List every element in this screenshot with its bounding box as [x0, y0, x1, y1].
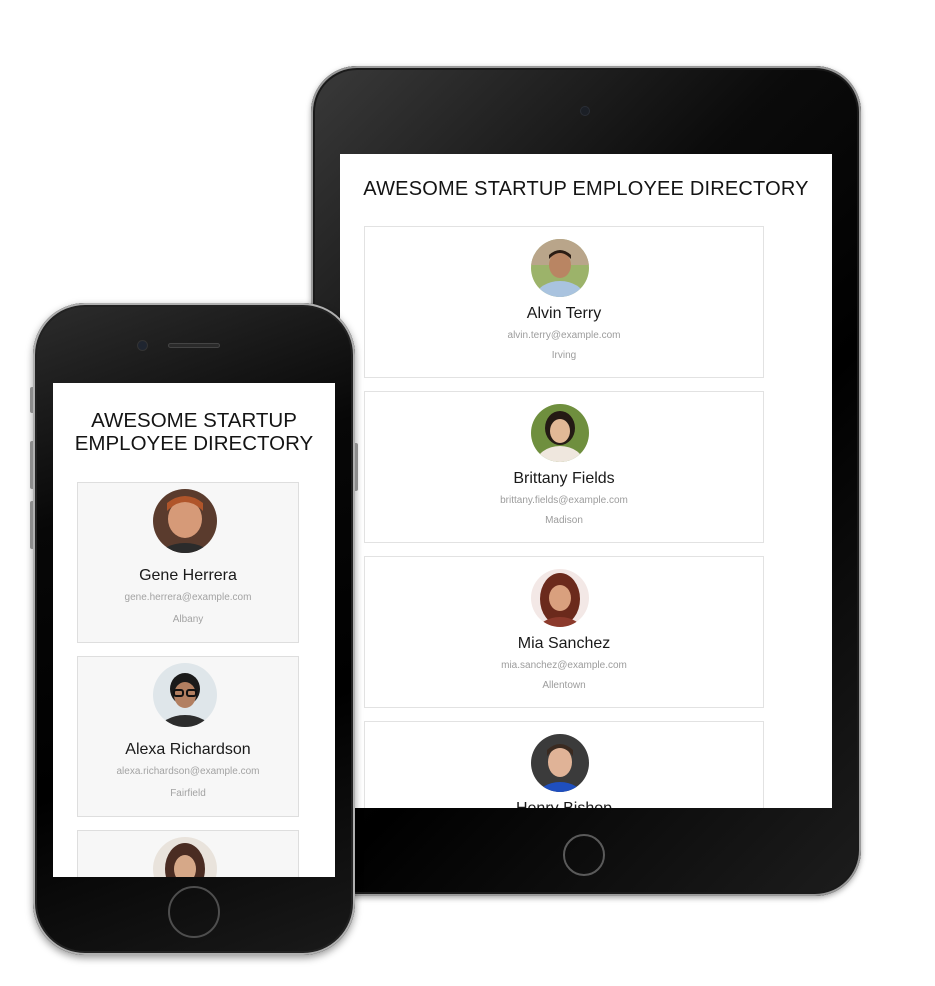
- employee-city: Albany: [172, 614, 204, 625]
- phone-device: AWESOME STARTUP EMPLOYEE DIRECTORY Gene …: [30, 303, 358, 955]
- speaker-grille: [168, 343, 220, 348]
- employee-card[interactable]: Gene Herrera gene.herrera@example.com Al…: [77, 482, 299, 643]
- power-button: [355, 443, 358, 491]
- home-button[interactable]: [168, 886, 220, 938]
- phone-screen: AWESOME STARTUP EMPLOYEE DIRECTORY Gene …: [53, 383, 335, 877]
- employee-name: Henry Bishop: [365, 800, 763, 808]
- employee-city: Madison: [545, 515, 583, 526]
- volume-up-button: [30, 441, 33, 489]
- employee-email: mia.sanchez@example.com: [501, 660, 627, 671]
- employee-city: Fairfield: [170, 788, 206, 799]
- employee-city: Irving: [551, 350, 577, 361]
- home-button[interactable]: [563, 834, 605, 876]
- employee-email: gene.herrera@example.com: [124, 592, 252, 603]
- page-title: AWESOME STARTUP EMPLOYEE DIRECTORY: [53, 409, 335, 455]
- employee-name: Gene Herrera: [139, 567, 237, 584]
- employee-card[interactable]: [77, 830, 299, 877]
- avatar: [531, 404, 589, 462]
- mute-switch: [30, 387, 33, 413]
- avatar: [531, 734, 589, 792]
- employee-email: alexa.richardson@example.com: [116, 766, 260, 777]
- volume-down-button: [30, 501, 33, 549]
- tablet-screen: AWESOME STARTUP EMPLOYEE DIRECTORY Alvin…: [340, 154, 832, 808]
- camera-icon: [581, 107, 589, 115]
- employee-card[interactable]: Brittany Fields brittany.fields@example.…: [364, 391, 764, 543]
- page-title: AWESOME STARTUP EMPLOYEE DIRECTORY: [363, 178, 809, 200]
- employee-city: Allentown: [542, 680, 586, 691]
- page-title-line1: AWESOME STARTUP: [91, 409, 297, 432]
- employee-name: Brittany Fields: [513, 470, 615, 487]
- avatar: [153, 663, 217, 727]
- employee-name: Alvin Terry: [526, 305, 602, 322]
- employee-card[interactable]: Alexa Richardson alexa.richardson@exampl…: [77, 656, 299, 817]
- camera-icon: [138, 341, 147, 350]
- employee-card[interactable]: Mia Sanchez mia.sanchez@example.com Alle…: [364, 556, 764, 708]
- employee-name: Alexa Richardson: [125, 741, 251, 758]
- tablet-device: AWESOME STARTUP EMPLOYEE DIRECTORY Alvin…: [311, 66, 861, 896]
- avatar: [153, 489, 217, 553]
- avatar: [531, 239, 589, 297]
- page-title-line2: EMPLOYEE DIRECTORY: [74, 432, 314, 455]
- avatar: [531, 569, 589, 627]
- employee-email: brittany.fields@example.com: [500, 495, 628, 506]
- employee-card[interactable]: Alvin Terry alvin.terry@example.com Irvi…: [364, 226, 764, 378]
- employee-name: Mia Sanchez: [517, 635, 611, 652]
- employee-email: alvin.terry@example.com: [507, 330, 621, 341]
- avatar: [153, 837, 217, 877]
- employee-card[interactable]: Henry Bishop: [364, 721, 764, 808]
